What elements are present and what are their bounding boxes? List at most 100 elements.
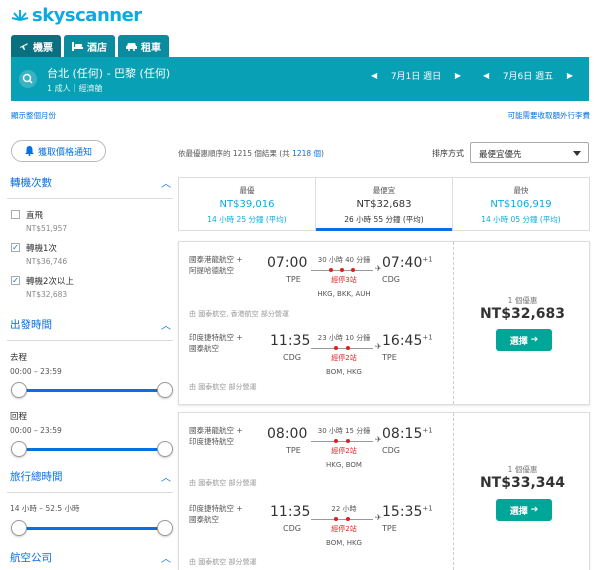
chevron-up-icon[interactable]: ︿ (161, 550, 171, 565)
summary-fastest[interactable]: 最快 NT$106,919 14 小時 05 分鐘 (平均) (453, 178, 589, 230)
sort-select[interactable]: 最便宜優先 (470, 142, 589, 163)
select-button[interactable]: 選擇 ➔ (496, 499, 552, 521)
route-line (311, 517, 373, 521)
stops-filter-header[interactable]: 轉機次數 ︿ (7, 175, 173, 198)
via-airports: BOM, HKG (326, 368, 362, 376)
passenger-text[interactable]: 1 成人｜經濟艙 (47, 83, 103, 94)
caret-down-icon (573, 151, 581, 156)
return-date: 7月6日 週五 (502, 72, 554, 82)
prev-arrow-icon[interactable]: ◀ (483, 71, 489, 80)
slider-handle-min[interactable] (11, 382, 27, 398)
arrival-airport: TPE (382, 524, 397, 533)
return-date-picker[interactable]: ◀ 7月6日 週五 ▶ (483, 69, 573, 82)
arrival-time: 16:45+1 (382, 333, 433, 349)
search-icon[interactable] (19, 70, 37, 88)
summary-duration: 26 小時 55 分鐘 (平均) (344, 215, 424, 224)
flight-result-card[interactable]: 國泰港龍航空 + 阿提哈德航空 07:00 TPE 30 小時 40 分鐘 ✈ … (178, 241, 590, 405)
departure-airport: TPE (286, 446, 301, 455)
tab-cars[interactable]: 租車 (118, 35, 169, 57)
stop-option-direct[interactable]: 直飛 NT$51,957 (7, 209, 173, 233)
stop-dot (346, 517, 350, 521)
slider-handle-max[interactable] (157, 520, 173, 536)
times-filter-header[interactable]: 出發時間 ︿ (7, 317, 173, 340)
airline-name: 印度捷特航空 + (189, 333, 243, 342)
slider-track (19, 389, 165, 392)
filter-title: 出發時間 (10, 319, 52, 331)
slider-handle-min[interactable] (11, 520, 27, 536)
price-alert-button[interactable]: 獲取價格通知 (11, 140, 106, 162)
return-label: 回程 (10, 412, 28, 422)
option-label: 直飛 (26, 211, 44, 221)
via-airports: HKG, BKK, AUH (317, 290, 371, 298)
flight-result-card[interactable]: 國泰港龍航空 + 印度捷特航空 08:00 TPE 30 小時 15 分鐘 ✈ … (178, 412, 590, 570)
search-summary-bar[interactable]: 台北 (任何) - 巴黎 (任何) 1 成人｜經濟艙 ◀ 7月1日 週日 ▶ ◀… (11, 57, 589, 101)
stop-option-2plus[interactable]: ✓ 轉機2次以上 NT$32,683 (7, 275, 173, 299)
route-line (311, 439, 373, 443)
route-text[interactable]: 台北 (任何) - 巴黎 (任何) (47, 65, 170, 81)
tab-label: 酒店 (87, 42, 107, 54)
outbound-range: 00:00 – 23:59 (10, 367, 62, 376)
stop-option-1[interactable]: ✓ 轉機1次 NT$36,746 (7, 242, 173, 266)
select-button[interactable]: 選擇 ➔ (496, 329, 552, 351)
tab-flights[interactable]: 機票 (11, 35, 61, 57)
chevron-up-icon[interactable]: ︿ (161, 317, 171, 332)
prev-arrow-icon[interactable]: ◀ (371, 71, 377, 80)
arrival-time: 07:40+1 (382, 255, 433, 271)
checkbox-checked[interactable]: ✓ (11, 276, 20, 285)
skyscanner-logo[interactable]: skyscanner (11, 4, 142, 26)
chevron-up-icon[interactable]: ︿ (161, 469, 171, 484)
airlines-filter-header[interactable]: 航空公司 ︿ (7, 550, 173, 570)
select-label: 選擇 (509, 336, 528, 347)
arrival-airport: CDG (382, 275, 400, 284)
flight-duration: 30 小時 40 分鐘 (317, 256, 371, 264)
chevron-up-icon[interactable]: ︿ (161, 175, 171, 190)
departure-airport: TPE (286, 275, 301, 284)
divider (7, 340, 173, 341)
tab-hotels[interactable]: 酒店 (64, 35, 115, 57)
slider-handle-min[interactable] (11, 441, 27, 457)
day-offset: +1 (422, 504, 433, 513)
operated-by-note: 由 國泰航空, 香港航空 部分營運 (189, 310, 289, 318)
plane-icon: ✈ (375, 435, 382, 444)
plane-icon: ✈ (375, 513, 382, 522)
select-label: 選擇 (509, 506, 528, 517)
summary-best[interactable]: 最優 NT$39,016 14 小時 25 分鐘 (平均) (179, 178, 316, 230)
day-offset: +1 (422, 255, 433, 264)
checkbox[interactable] (11, 210, 20, 219)
arrival-time: 08:15+1 (382, 426, 433, 442)
arrival-time: 15:35+1 (382, 504, 433, 520)
summary-price: NT$106,919 (490, 199, 552, 210)
duration-filter-header[interactable]: 旅行總時間 ︿ (7, 469, 173, 492)
stops-count: 經停2站 (331, 525, 357, 533)
stop-dot (334, 439, 338, 443)
filter-title: 航空公司 (10, 552, 52, 564)
duration-slider[interactable] (11, 520, 173, 536)
next-arrow-icon[interactable]: ▶ (567, 71, 573, 80)
depart-date-picker[interactable]: ◀ 7月1日 週日 ▶ (371, 69, 461, 82)
full-month-link[interactable]: 顯示整個月份 (11, 110, 56, 121)
outbound-time-slider[interactable] (11, 382, 173, 398)
airline-name: 國泰航空 (189, 344, 219, 353)
slider-track (19, 448, 165, 451)
stop-dot (351, 268, 355, 272)
slider-handle-max[interactable] (157, 441, 173, 457)
depart-date: 7月1日 週日 (390, 72, 442, 82)
slider-handle-max[interactable] (157, 382, 173, 398)
departure-time: 07:00 (267, 255, 308, 271)
airline-names: 國泰港龍航空 + 印度捷特航空 (189, 425, 243, 447)
checkbox-checked[interactable]: ✓ (11, 243, 20, 252)
divider (7, 198, 173, 199)
filter-title: 轉機次數 (10, 177, 52, 189)
option-label: 轉機1次 (26, 244, 57, 254)
option-price: NT$32,683 (26, 290, 68, 299)
stops-count: 經停3站 (331, 276, 357, 284)
operated-by-note: 由 國泰航空 部分營運 (189, 383, 257, 391)
return-leg: 印度捷特航空 + 國泰航空 11:35 CDG 23 小時 10 分鐘 ✈ 經停… (179, 320, 454, 398)
total-results-link[interactable]: 1218 個 (292, 149, 321, 158)
next-arrow-icon[interactable]: ▶ (455, 71, 461, 80)
return-time-slider[interactable] (11, 441, 173, 457)
arrival-time-value: 16:45 (382, 333, 423, 349)
summary-cheapest[interactable]: 最便宜 NT$32,683 26 小時 55 分鐘 (平均) (316, 178, 453, 231)
baggage-fees-link[interactable]: 可能需要收取額外行李費 (508, 110, 591, 121)
summary-duration: 14 小時 05 分鐘 (平均) (481, 215, 561, 224)
